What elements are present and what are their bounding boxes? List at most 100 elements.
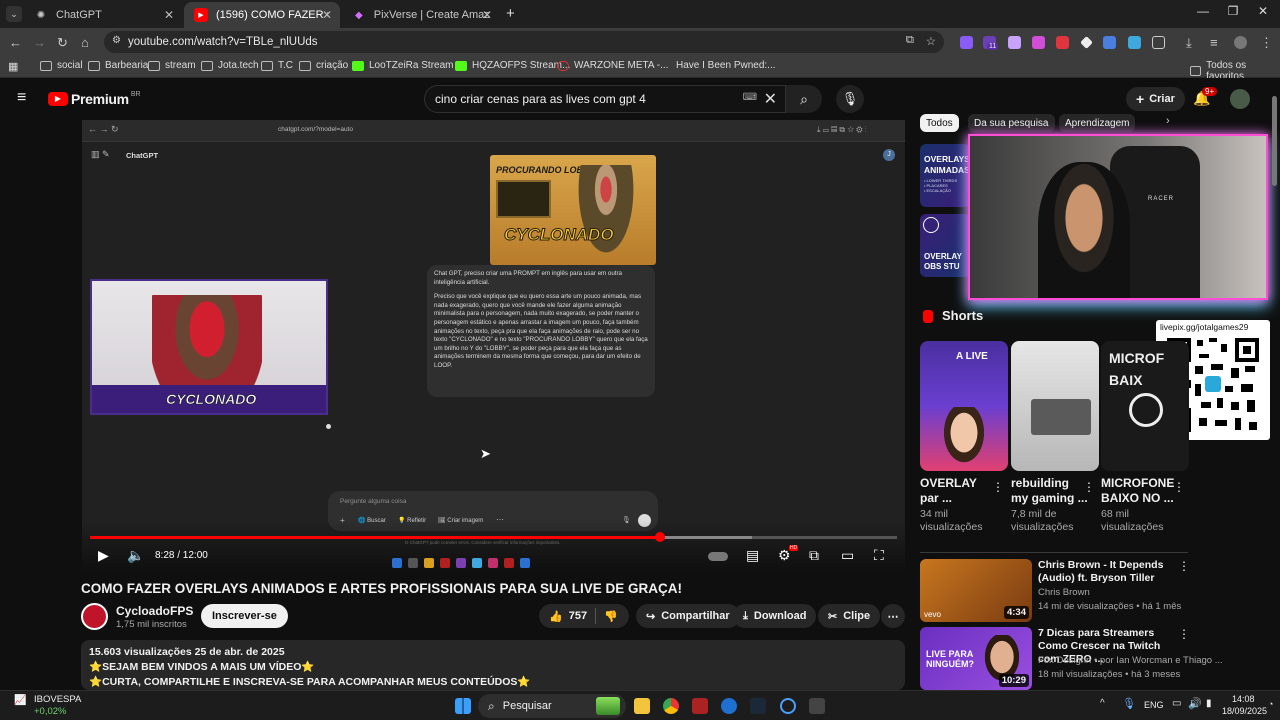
- extension-icon[interactable]: [1080, 36, 1093, 49]
- profile-avatar[interactable]: [1234, 36, 1247, 49]
- short-title[interactable]: OVERLAY par ...: [920, 476, 977, 506]
- more-actions-button[interactable]: ⋯: [881, 604, 905, 628]
- battery-icon[interactable]: ▮: [1206, 698, 1212, 709]
- tray-app-icon[interactable]: 🎙: [1122, 697, 1136, 710]
- like-button[interactable]: 👍 757: [549, 610, 587, 623]
- install-icon[interactable]: ⧉: [906, 34, 914, 47]
- clear-search-icon[interactable]: ✕: [764, 89, 777, 109]
- extension-icon[interactable]: [1056, 36, 1069, 49]
- download-icon[interactable]: ⤓: [1186, 35, 1192, 51]
- more-options-icon[interactable]: ⋮: [1173, 480, 1185, 494]
- extensions-puzzle-icon[interactable]: [1152, 36, 1165, 49]
- scrubber-handle[interactable]: [654, 532, 665, 542]
- minimize-button[interactable]: —: [1188, 4, 1218, 18]
- restore-button[interactable]: ❐: [1218, 4, 1248, 18]
- windows-start-icon[interactable]: [455, 698, 471, 714]
- description-box[interactable]: 15.603 visualizações 25 de abr. de 2025 …: [81, 640, 905, 690]
- bookmark-criacao[interactable]: criação: [299, 60, 348, 71]
- volume-icon[interactable]: 🔈: [127, 547, 144, 564]
- chip-todos[interactable]: Todos: [920, 114, 959, 132]
- autoplay-toggle[interactable]: [708, 552, 728, 561]
- clock-date[interactable]: 18/09/2025: [1222, 706, 1267, 716]
- file-explorer-icon[interactable]: [634, 698, 650, 714]
- close-icon[interactable]: ✕: [322, 8, 332, 22]
- keyboard-icon[interactable]: ⌨: [743, 92, 757, 103]
- network-icon[interactable]: ▭: [1172, 698, 1181, 709]
- back-icon[interactable]: ←: [9, 35, 22, 50]
- bookmark-tc[interactable]: T.C: [261, 60, 293, 71]
- subtitles-icon[interactable]: ▤: [746, 547, 759, 564]
- subscribe-button[interactable]: Inscrever-se: [201, 604, 288, 628]
- play-icon[interactable]: ▶: [98, 547, 109, 564]
- app-icon[interactable]: [809, 698, 825, 714]
- theater-mode-icon[interactable]: ▭: [841, 547, 854, 564]
- short-title[interactable]: MICROFONE BAIXO NO ...: [1101, 476, 1174, 506]
- chip-aprendizagem[interactable]: Aprendizagem: [1059, 114, 1136, 132]
- language-indicator[interactable]: ENG: [1144, 700, 1164, 710]
- download-button[interactable]: ⤓ Download: [733, 604, 817, 628]
- bookmark-lootzeira[interactable]: LooTZeiRa Stream -...: [352, 60, 468, 71]
- search-input[interactable]: cino criar cenas para as lives com gpt 4…: [424, 85, 786, 113]
- chrome-icon[interactable]: [663, 698, 679, 714]
- volume-icon[interactable]: 🔊: [1188, 697, 1202, 710]
- rec-thumbnail-overlays[interactable]: OVERLAYS ANIMADAS • LOWER THIRDS • PLACA…: [920, 144, 970, 207]
- bookmark-haveibeenpwned[interactable]: Have I Been Pwned:...: [659, 60, 776, 71]
- extension-icon[interactable]: [1008, 36, 1021, 49]
- forward-icon[interactable]: →: [33, 35, 46, 50]
- create-button[interactable]: + Criar: [1126, 87, 1185, 111]
- clip-button[interactable]: ✂ Clipe: [818, 604, 881, 628]
- extension-icon[interactable]: [1103, 36, 1116, 49]
- home-icon[interactable]: ⌂: [81, 35, 89, 50]
- close-window-button[interactable]: ✕: [1248, 4, 1278, 18]
- page-scrollbar[interactable]: [1272, 96, 1277, 186]
- progress-bar[interactable]: [90, 532, 897, 542]
- app-icon[interactable]: [780, 698, 796, 714]
- rec-thumbnail-obs[interactable]: OVERLAY OBS STU: [920, 214, 970, 277]
- more-options-icon[interactable]: ⋮: [1083, 480, 1095, 494]
- short-thumbnail[interactable]: [1011, 341, 1099, 471]
- dislike-button[interactable]: 👎: [604, 610, 618, 623]
- voice-search-icon[interactable]: 🎙: [836, 85, 864, 113]
- bookmark-social[interactable]: social: [40, 60, 83, 71]
- tab-search-icon[interactable]: ⌄: [6, 6, 22, 22]
- account-avatar[interactable]: [1230, 89, 1250, 109]
- reading-list-icon[interactable]: ≡: [1210, 35, 1218, 50]
- taskbar-search[interactable]: ⌕ Pesquisar: [478, 694, 626, 718]
- close-icon[interactable]: ✕: [482, 8, 492, 22]
- photoshop-icon[interactable]: [721, 698, 737, 714]
- close-icon[interactable]: ✕: [164, 8, 174, 22]
- more-options-icon[interactable]: ⋮: [1178, 559, 1190, 573]
- menu-dots-icon[interactable]: ⋮: [1260, 35, 1273, 51]
- notification-center-icon[interactable]: ◔: [1268, 699, 1273, 709]
- bookmark-star-icon[interactable]: ☆: [926, 34, 936, 48]
- search-button[interactable]: ⌕: [786, 85, 822, 113]
- chips-next-icon[interactable]: ›: [1166, 115, 1170, 127]
- tab-youtube[interactable]: ▶ (1596) COMO FAZER OVERLAYS ✕: [184, 2, 340, 28]
- channel-name[interactable]: CycloadoFPS: [116, 604, 193, 618]
- miniplayer-icon[interactable]: ⧉: [809, 547, 819, 564]
- recommended-video[interactable]: vevo 4:34 Chris Brown - It Depends (Audi…: [920, 559, 1190, 623]
- tab-chatgpt[interactable]: ✺ ChatGPT ✕: [24, 2, 182, 28]
- bookmark-jotatech[interactable]: Jota.tech: [201, 60, 259, 71]
- bookmark-hqzaofps[interactable]: HQZAOFPS Stream...: [455, 60, 570, 71]
- url-field[interactable]: ⚙ youtube.com/watch?v=TBLe_nlUUds ⧉ ☆: [104, 31, 944, 53]
- new-tab-button[interactable]: +: [506, 5, 515, 22]
- extension-icon[interactable]: [1032, 36, 1045, 49]
- short-thumbnail[interactable]: MICROF BAIX: [1101, 341, 1189, 471]
- fullscreen-icon[interactable]: ⛶: [874, 547, 884, 564]
- steam-icon[interactable]: [750, 698, 766, 714]
- short-thumbnail[interactable]: A LIVE: [920, 341, 1008, 471]
- reload-icon[interactable]: ↻: [57, 35, 68, 51]
- site-info-icon[interactable]: ⚙: [112, 35, 121, 46]
- extension-icon[interactable]: [1128, 36, 1141, 49]
- app-icon[interactable]: [692, 698, 708, 714]
- recommended-video[interactable]: LIVE PARA NINGUÉM? 10:29 7 Dicas para St…: [920, 627, 1223, 691]
- stock-name[interactable]: IBOVESPA: [34, 694, 81, 705]
- apps-grid-icon[interactable]: ▦: [8, 60, 18, 73]
- channel-avatar[interactable]: [81, 603, 108, 630]
- more-options-icon[interactable]: ⋮: [1178, 627, 1190, 641]
- tray-chevron-icon[interactable]: ^: [1100, 698, 1105, 709]
- hamburger-menu-icon[interactable]: ≡: [17, 89, 26, 107]
- clock-time[interactable]: 14:08: [1232, 694, 1255, 704]
- short-title[interactable]: rebuilding my gaming ...: [1011, 476, 1088, 506]
